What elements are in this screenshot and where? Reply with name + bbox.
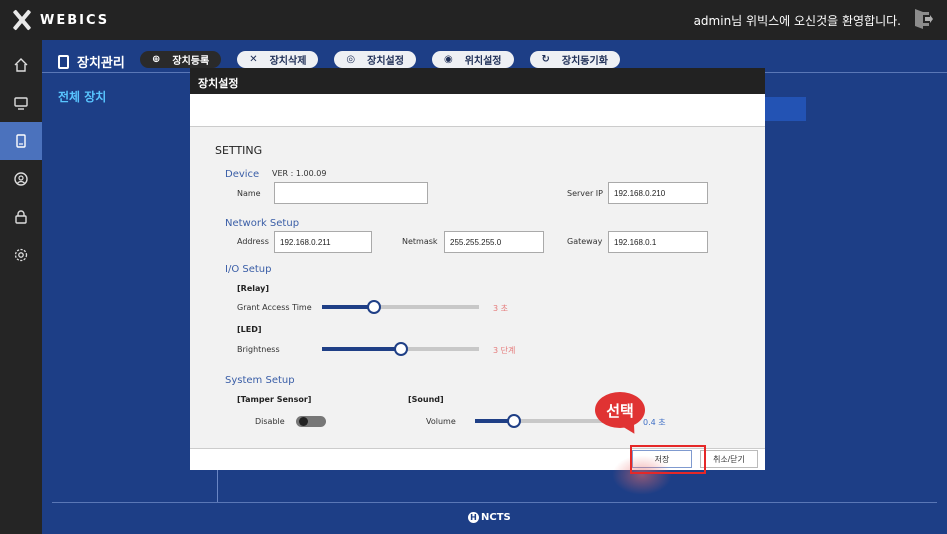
webics-logo[interactable]: WEBICS — [10, 9, 109, 31]
tamper-sensor-label: [Tamper Sensor] — [237, 395, 312, 404]
netmask-label: Netmask — [402, 237, 438, 246]
page-title-text: 장치관리 — [77, 56, 125, 71]
sidebar-item-settings[interactable] — [0, 236, 42, 274]
address-label: Address — [237, 237, 269, 246]
home-icon — [14, 58, 28, 72]
led-label: [LED] — [237, 325, 262, 334]
volume-handle[interactable] — [507, 414, 521, 428]
register-device-button[interactable]: ⊕ 장치등록 — [140, 51, 222, 68]
grant-access-time-label: Grant Access Time — [237, 303, 312, 312]
ncts-logo-text: NCTS — [481, 512, 511, 523]
location-pin-icon: ◉ — [443, 54, 453, 65]
netmask-field[interactable] — [444, 231, 544, 253]
volume-label: Volume — [426, 417, 456, 426]
device-settings-button[interactable]: ◎ 장치설정 — [334, 51, 416, 68]
selected-row-highlight — [764, 97, 806, 121]
location-settings-label: 위치설정 — [464, 56, 502, 67]
dialog-title: 장치설정 — [190, 68, 765, 94]
sidebar — [0, 40, 42, 534]
gateway-field[interactable] — [608, 231, 708, 253]
relay-label: [Relay] — [237, 284, 270, 293]
tamper-disable-label: Disable — [255, 417, 285, 426]
address-field[interactable] — [274, 231, 372, 253]
toolbar: ⊕ 장치등록 ✕ 장치삭제 ◎ 장치설정 ◉ 위치설정 ↻ 장치동기화 — [140, 51, 636, 68]
top-bar: WEBICS admin님 위빅스에 오신것을 환영합니다. — [0, 0, 947, 40]
ncts-logo: H NCTS — [468, 512, 511, 523]
setting-title: SETTING — [215, 144, 263, 157]
plus-circle-icon: ⊕ — [152, 54, 161, 65]
close-icon: ✕ — [249, 54, 258, 65]
save-button-highlight — [630, 445, 706, 474]
grant-access-time-handle[interactable] — [367, 300, 381, 314]
network-section-title: Network Setup — [225, 218, 300, 229]
logo-text: WEBICS — [40, 12, 110, 28]
server-ip-label: Server IP — [567, 189, 603, 198]
monitor-icon — [14, 97, 28, 110]
device-icon — [58, 54, 69, 69]
system-section-title: System Setup — [225, 375, 295, 386]
sidebar-item-device[interactable] — [0, 122, 42, 160]
server-ip-field[interactable] — [608, 182, 708, 204]
settings-icon: ◎ — [346, 54, 356, 65]
name-label: Name — [237, 189, 261, 198]
brightness-label: Brightness — [237, 345, 280, 354]
sidebar-item-home[interactable] — [0, 46, 42, 84]
brightness-value: 3 단계 — [493, 346, 516, 355]
grant-access-time-slider[interactable] — [322, 300, 479, 314]
lock-icon — [15, 210, 27, 224]
select-callout: 선택 — [595, 392, 645, 428]
delete-device-label: 장치삭제 — [269, 56, 307, 67]
sync-icon: ↻ — [541, 54, 550, 65]
webics-logo-mark-icon — [10, 9, 34, 31]
brightness-handle[interactable] — [394, 342, 408, 356]
sound-label: [Sound] — [408, 395, 444, 404]
logout-icon[interactable] — [913, 8, 933, 30]
firmware-version: VER : 1.00.09 — [272, 169, 327, 178]
cancel-close-button[interactable]: 취소/닫기 — [700, 450, 758, 468]
gateway-label: Gateway — [567, 237, 603, 246]
name-field[interactable] — [274, 182, 428, 204]
device-settings-dialog: 장치설정 SETTING Device VER : 1.00.09 Name S… — [190, 68, 765, 470]
sidebar-item-user[interactable] — [0, 160, 42, 198]
register-device-label: 장치등록 — [172, 56, 210, 67]
location-settings-button[interactable]: ◉ 위치설정 — [431, 51, 514, 68]
user-icon — [14, 172, 28, 186]
welcome-message: admin님 위빅스에 오신것을 환영합니다. — [693, 14, 901, 28]
ncts-logo-mark-icon: H — [468, 512, 479, 523]
grant-access-time-value: 3 초 — [493, 304, 508, 313]
device-tree-root[interactable]: 전체 장치 — [58, 88, 106, 105]
delete-device-button[interactable]: ✕ 장치삭제 — [237, 51, 319, 68]
page-title: 장치관리 — [58, 52, 125, 71]
sync-device-label: 장치동기화 — [561, 56, 608, 67]
device-settings-label: 장치설정 — [367, 56, 404, 67]
brightness-fill — [322, 347, 401, 351]
device-section-title: Device — [225, 169, 260, 180]
device-icon — [16, 134, 26, 148]
tamper-sensor-toggle-knob — [299, 417, 308, 426]
sidebar-item-monitor[interactable] — [0, 84, 42, 122]
gear-icon — [14, 248, 28, 262]
volume-value: 0.4 초 — [643, 418, 666, 427]
sync-device-button[interactable]: ↻ 장치동기화 — [529, 51, 620, 68]
io-section-title: I/O Setup — [225, 264, 272, 275]
footer-divider — [52, 502, 937, 503]
tamper-sensor-toggle[interactable] — [296, 416, 326, 427]
brightness-slider[interactable] — [322, 342, 479, 356]
dialog-header-area — [190, 94, 765, 127]
sidebar-item-lock[interactable] — [0, 198, 42, 236]
